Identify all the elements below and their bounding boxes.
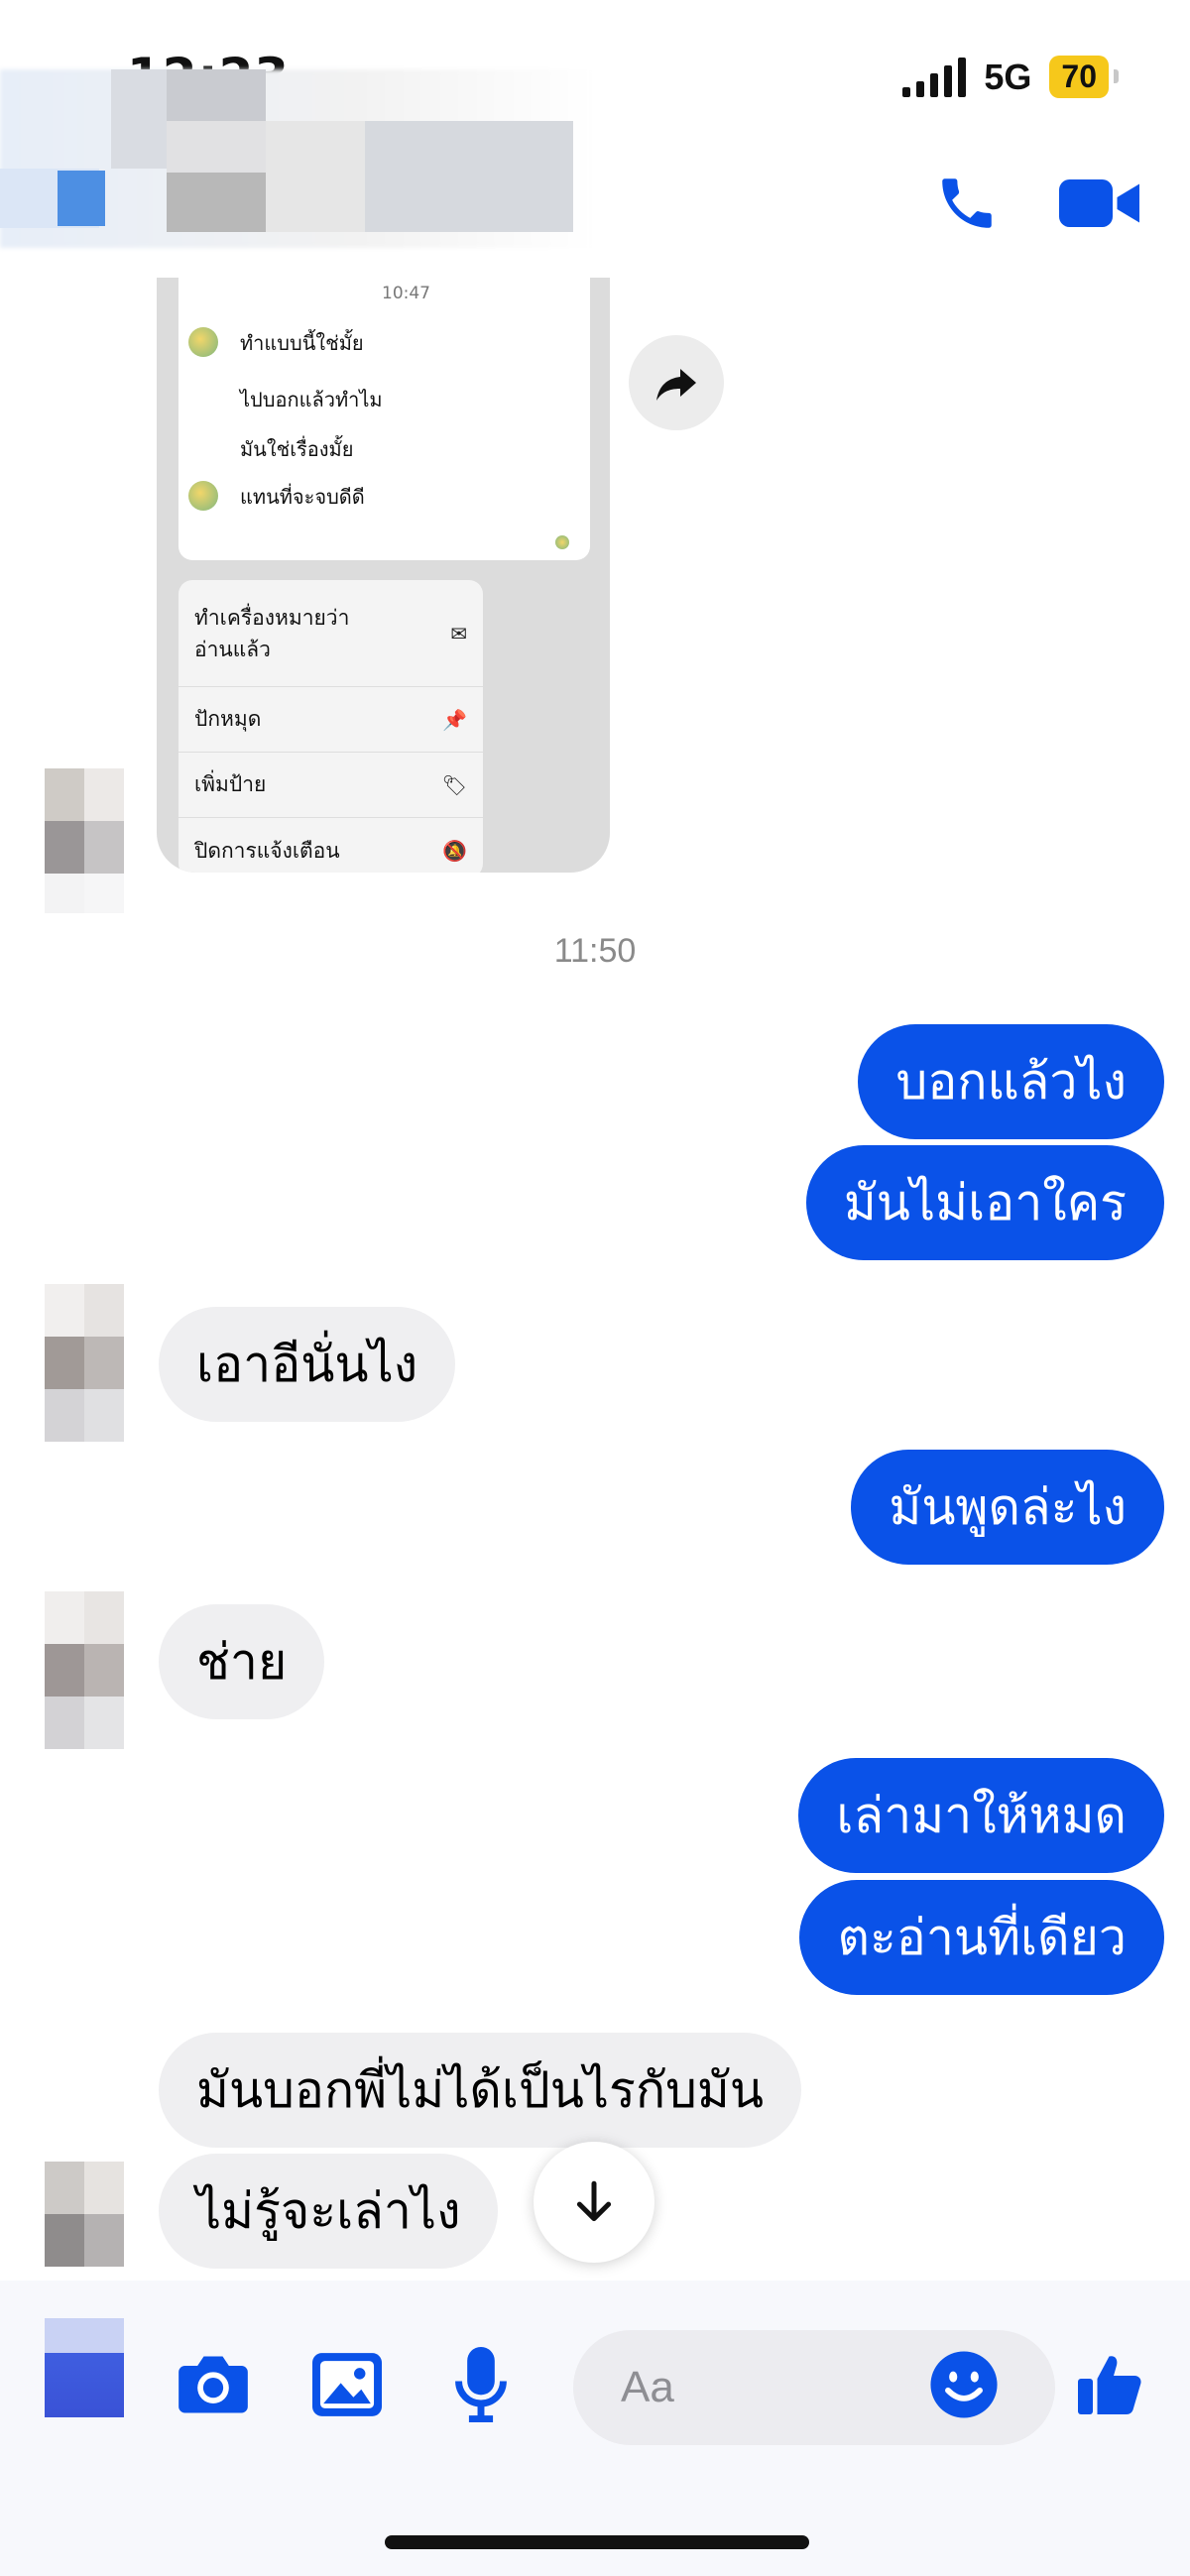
incoming-message[interactable]: ช่าย (159, 1604, 325, 1719)
pin-icon: 📌 (442, 707, 467, 732)
network-type: 5G (984, 56, 1032, 97)
voice-call-button[interactable] (927, 164, 1007, 243)
gallery-button[interactable] (302, 2340, 392, 2429)
screenshot-time: 10:47 (382, 284, 430, 303)
microphone-icon (455, 2347, 507, 2422)
expand-actions-button[interactable] (45, 2318, 124, 2417)
menu-label: ปักหมุด (194, 707, 262, 731)
like-button[interactable] (1066, 2340, 1155, 2429)
incoming-message[interactable]: มันบอกพี่ไม่ได้เป็นไรกับมัน (159, 2033, 802, 2148)
video-call-button[interactable] (1056, 169, 1145, 238)
outgoing-message[interactable]: บอกแล้วไง (858, 1024, 1164, 1139)
forward-arrow-icon (656, 369, 696, 401)
screenshot-chat-preview: 10:47 ทำแบบนี้ใช่มั้ย ไปบอกแล้วทำไม มันใ… (178, 278, 590, 560)
contact-avatar[interactable] (45, 1284, 124, 1443)
screenshot-message: ทำแบบนี้ใช่มั้ย (230, 315, 374, 371)
status-indicators: 5G 70 (902, 56, 1119, 98)
screenshot-avatar (188, 481, 218, 511)
menu-label: อ่านแล้ว (194, 637, 271, 661)
emoji-icon (930, 2351, 998, 2418)
menu-label: ปิดการแจ้งเตือน (194, 838, 340, 863)
menu-label: ทำเครื่องหมายว่า (194, 605, 350, 630)
incoming-message[interactable]: เอาอีนั่นไง (159, 1307, 456, 1422)
scroll-to-bottom-button[interactable] (534, 2142, 654, 2263)
voice-message-button[interactable] (436, 2340, 526, 2429)
signal-strength-icon (902, 57, 967, 97)
phone-icon (942, 178, 992, 228)
tag-icon: 🏷 (441, 772, 467, 797)
home-indicator[interactable] (385, 2535, 809, 2549)
image-icon (312, 2353, 382, 2416)
incoming-message[interactable]: ไม่รู้จะเล่าไง (159, 2154, 499, 2269)
mute-icon: 🔕 (442, 839, 467, 863)
message-input-placeholder: Aa (621, 2363, 674, 2411)
screenshot-seen-avatar (555, 535, 569, 549)
screenshot-context-menu: ทำเครื่องหมายว่าอ่านแล้ว ✉ ปักหมุด 📌 เพิ… (178, 580, 483, 873)
camera-button[interactable] (169, 2340, 258, 2429)
forwarded-screenshot[interactable]: 10:47 ทำแบบนี้ใช่มั้ย ไปบอกแล้วทำไม มันใ… (157, 278, 610, 873)
menu-item-mark-read: ทำเครื่องหมายว่าอ่านแล้ว ✉ (178, 580, 483, 687)
contact-avatar[interactable] (45, 1591, 124, 1750)
arrow-down-icon (576, 2180, 612, 2222)
menu-item-tag: เพิ่มป้าย 🏷 (178, 753, 483, 818)
menu-item-mute: ปิดการแจ้งเตือน 🔕 (178, 818, 483, 873)
thumbs-up-icon (1078, 2356, 1141, 2414)
outgoing-message[interactable]: มันไม่เอาใคร (805, 1145, 1164, 1260)
menu-label: เพิ่มป้าย (194, 772, 267, 796)
screenshot-message: ไปบอกแล้วทำไม (230, 372, 393, 427)
contact-avatar[interactable] (45, 768, 124, 927)
outgoing-message[interactable]: ตะอ่านที่เดียว (799, 1880, 1164, 1995)
forward-button[interactable] (629, 335, 724, 430)
screenshot-avatar (188, 327, 218, 357)
video-camera-icon (1059, 179, 1139, 227)
screenshot-message: แทนที่จะจบดีดี (230, 469, 375, 525)
outgoing-message[interactable]: เล่ามาให้หมด (798, 1758, 1164, 1873)
menu-item-pin: ปักหมุด 📌 (178, 687, 483, 753)
conversation-timestamp: 11:50 (553, 932, 637, 970)
battery-level: 70 (1049, 56, 1119, 98)
mark-read-icon: ✉ (450, 621, 467, 645)
outgoing-message[interactable]: มันพูดล่ะไง (851, 1450, 1164, 1565)
emoji-button[interactable] (919, 2340, 1009, 2429)
camera-icon (178, 2356, 248, 2413)
